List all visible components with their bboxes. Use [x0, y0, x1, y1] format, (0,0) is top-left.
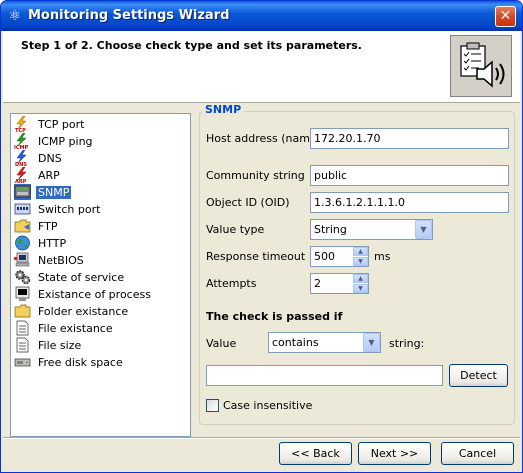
- list-item-arp[interactable]: ARP ARP: [13, 167, 189, 184]
- list-item-label: NetBIOS: [38, 254, 84, 267]
- match-string-input[interactable]: [206, 365, 443, 386]
- list-item-label: SNMP: [36, 186, 72, 199]
- file-icon: [16, 320, 29, 336]
- globe-icon: [15, 235, 30, 251]
- svg-text:TCP: TCP: [15, 128, 26, 132]
- list-item-label: Free disk space: [38, 356, 123, 369]
- spin-down-icon[interactable]: ▼: [353, 284, 368, 293]
- list-item-switch-port[interactable]: Switch port: [13, 201, 189, 218]
- timeout-label: Response timeout: [206, 250, 306, 263]
- wizard-window: ⚛ Monitoring Settings Wizard ✕ Step 1 of…: [0, 0, 523, 473]
- attempts-value: 2: [314, 277, 321, 290]
- snmp-group-title: SNMP: [202, 103, 245, 116]
- process-icon: [15, 286, 30, 301]
- spin-up-icon[interactable]: ▲: [353, 274, 368, 283]
- case-insensitive-checkbox[interactable]: [206, 399, 219, 412]
- list-item-label: File existance: [38, 322, 113, 335]
- condition-select[interactable]: contains ▼: [268, 332, 381, 353]
- list-item-label: ARP: [38, 169, 60, 182]
- string-label: string:: [389, 337, 425, 350]
- check-type-list[interactable]: TCP TCP port ICMP ICMP ping DNS DNS ARP …: [10, 113, 191, 437]
- list-item-tcp-port[interactable]: TCP TCP port: [13, 116, 189, 133]
- switch-icon: [14, 203, 31, 215]
- timeout-spin[interactable]: ▲ ▼: [353, 247, 368, 266]
- condition-value: contains: [272, 336, 319, 349]
- wizard-header: Step 1 of 2. Choose check type and set i…: [3, 31, 520, 103]
- disk-icon: [14, 358, 31, 367]
- attempts-spin[interactable]: ▲ ▼: [353, 274, 368, 293]
- list-item-label: FTP: [38, 220, 58, 233]
- lightning-icmp-icon: ICMP: [14, 133, 29, 149]
- snmp-audio-icon: [450, 35, 512, 97]
- community-string-input[interactable]: public: [310, 165, 509, 186]
- list-item-state-of-service[interactable]: State of service: [13, 269, 189, 286]
- title-bar[interactable]: ⚛ Monitoring Settings Wizard ✕: [1, 1, 522, 31]
- list-item-label: ICMP ping: [38, 135, 93, 148]
- window-title: Monitoring Settings Wizard: [28, 8, 230, 23]
- snmp-icon: [14, 184, 31, 200]
- computer-icon: [14, 252, 30, 267]
- list-item-label: State of service: [38, 271, 125, 284]
- cancel-button[interactable]: Cancel: [441, 442, 514, 465]
- file-icon: [16, 337, 29, 353]
- list-item-existance-of-process[interactable]: Existance of process: [13, 286, 189, 303]
- list-item-free-disk-space[interactable]: Free disk space: [13, 354, 189, 371]
- lightning-arp-icon: ARP: [15, 167, 27, 183]
- folder-icon: [14, 304, 31, 318]
- step-text: Step 1 of 2. Choose check type and set i…: [21, 39, 362, 52]
- close-button[interactable]: ✕: [495, 6, 516, 27]
- value-type-value: String: [314, 223, 347, 236]
- passed-heading: The check is passed if: [206, 310, 343, 323]
- community-label: Community string: [206, 169, 305, 182]
- lightning-tcp-icon: TCP: [15, 116, 27, 132]
- detect-button[interactable]: Detect: [449, 364, 508, 387]
- spin-up-icon[interactable]: ▲: [353, 247, 368, 256]
- list-item-http[interactable]: HTTP: [13, 235, 189, 252]
- case-insensitive-label: Case insensitive: [223, 399, 313, 412]
- chevron-down-icon[interactable]: ▼: [363, 333, 380, 352]
- gears-icon: [15, 270, 31, 285]
- app-icon: ⚛: [8, 8, 22, 24]
- list-item-label: Switch port: [38, 203, 101, 216]
- lightning-dns-icon: DNS: [15, 150, 27, 166]
- next-button[interactable]: Next >>: [358, 442, 431, 465]
- oid-input[interactable]: 1.3.6.1.2.1.1.1.0: [310, 192, 509, 213]
- svg-text:DNS: DNS: [15, 162, 27, 166]
- list-item-label: File size: [38, 339, 82, 352]
- svg-text:ICMP: ICMP: [14, 145, 29, 149]
- value-type-label: Value type: [206, 223, 265, 236]
- oid-label: Object ID (OID): [206, 196, 290, 209]
- list-item-label: DNS: [38, 152, 62, 165]
- list-item-label: Existance of process: [38, 288, 151, 301]
- host-address-input[interactable]: 172.20.1.70: [310, 128, 509, 149]
- chevron-down-icon[interactable]: ▼: [415, 220, 432, 239]
- folder-icon: [14, 219, 31, 233]
- timeout-stepper[interactable]: 500 ▲ ▼: [310, 246, 369, 267]
- list-item-netbios[interactable]: NetBIOS: [13, 252, 189, 269]
- attempts-label: Attempts: [206, 277, 257, 290]
- list-item-dns[interactable]: DNS DNS: [13, 150, 189, 167]
- list-item-label: TCP port: [38, 118, 85, 131]
- timeout-unit: ms: [374, 250, 391, 263]
- list-item-file-existance[interactable]: File existance: [13, 320, 189, 337]
- list-item-label: Folder existance: [38, 305, 129, 318]
- value-label: Value: [206, 337, 237, 350]
- list-item-folder-existance[interactable]: Folder existance: [13, 303, 189, 320]
- list-item-icmp-ping[interactable]: ICMP ICMP ping: [13, 133, 189, 150]
- back-button[interactable]: << Back: [279, 442, 352, 465]
- timeout-value: 500: [314, 250, 335, 263]
- host-label: Host address (name): [206, 132, 322, 145]
- svg-text:ARP: ARP: [15, 179, 27, 183]
- list-item-ftp[interactable]: FTP: [13, 218, 189, 235]
- list-item-label: HTTP: [38, 237, 67, 250]
- footer-divider: [3, 437, 520, 439]
- list-item-snmp[interactable]: SNMP: [13, 184, 189, 201]
- value-type-select[interactable]: String ▼: [310, 219, 433, 240]
- attempts-stepper[interactable]: 2 ▲ ▼: [310, 273, 369, 294]
- list-item-file-size[interactable]: File size: [13, 337, 189, 354]
- spin-down-icon[interactable]: ▼: [353, 257, 368, 266]
